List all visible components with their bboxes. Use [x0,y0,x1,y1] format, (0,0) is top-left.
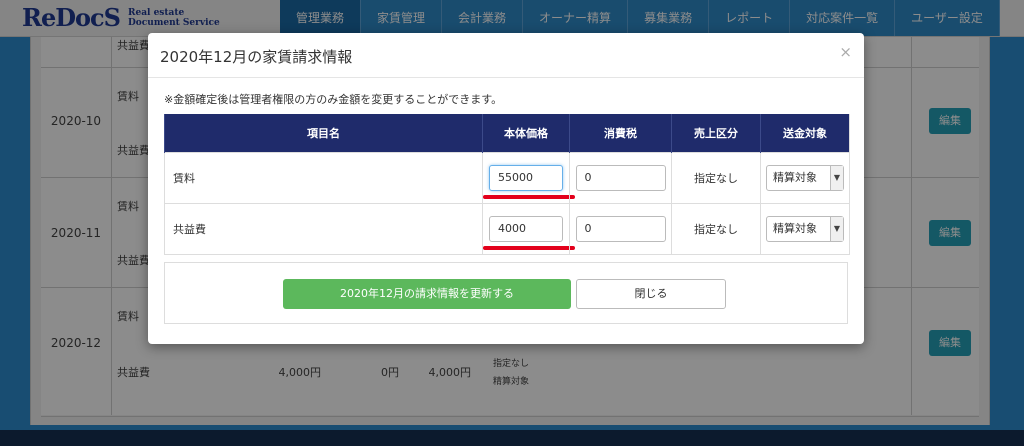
tax-cell: 0 [569,152,672,204]
rent-billing-modal: 2020年12月の家賃請求情報 × ※金額確定後は管理者権限の方のみ金額を変更す… [148,33,864,344]
column-header-target: 送金対象 [760,114,850,153]
chevron-down-icon: ▼ [830,217,843,241]
price-input[interactable]: 55000 [489,165,563,191]
fee-table-header: 項目名 本体価格 消費税 売上区分 送金対象 [164,114,850,153]
tax-input[interactable]: 0 [575,165,666,191]
column-header-price: 本体価格 [482,114,570,153]
price-cell: 55000 [482,152,575,204]
fee-table: 項目名 本体価格 消費税 売上区分 送金対象 賃料 55000 0 指定なし 精… [164,114,850,255]
column-header-tax: 消費税 [569,114,672,153]
button-panel: 2020年12月の請求情報を更新する 閉じる [164,262,848,324]
tax-input[interactable]: 0 [575,216,666,242]
item-name: 共益費 [164,203,483,255]
update-billing-button[interactable]: 2020年12月の請求情報を更新する [283,279,571,309]
target-select-value: 精算対象 [773,222,817,235]
category-value: 指定なし [671,203,761,255]
close-button[interactable]: 閉じる [576,279,726,309]
red-underline-annotation [483,195,575,199]
table-row: 共益費 4000 0 指定なし 精算対象 ▼ [164,203,850,255]
target-select[interactable]: 精算対象 ▼ [766,165,844,191]
price-cell: 4000 [482,203,575,255]
red-underline-annotation [483,246,575,250]
column-header-category: 売上区分 [671,114,761,153]
item-name: 賃料 [164,152,483,204]
target-select-value: 精算対象 [773,171,817,184]
target-cell: 精算対象 ▼ [760,203,850,255]
column-header-item: 項目名 [164,114,483,153]
permission-notice: ※金額確定後は管理者権限の方のみ金額を変更することができます。 [164,93,503,106]
modal-header: 2020年12月の家賃請求情報 × [148,33,864,78]
price-input[interactable]: 4000 [489,216,563,242]
target-cell: 精算対象 ▼ [760,152,850,204]
close-icon[interactable]: × [839,43,852,61]
chevron-down-icon: ▼ [830,166,843,190]
tax-cell: 0 [569,203,672,255]
target-select[interactable]: 精算対象 ▼ [766,216,844,242]
modal-title: 2020年12月の家賃請求情報 [160,48,353,66]
table-row: 賃料 55000 0 指定なし 精算対象 ▼ [164,152,850,204]
category-value: 指定なし [671,152,761,204]
